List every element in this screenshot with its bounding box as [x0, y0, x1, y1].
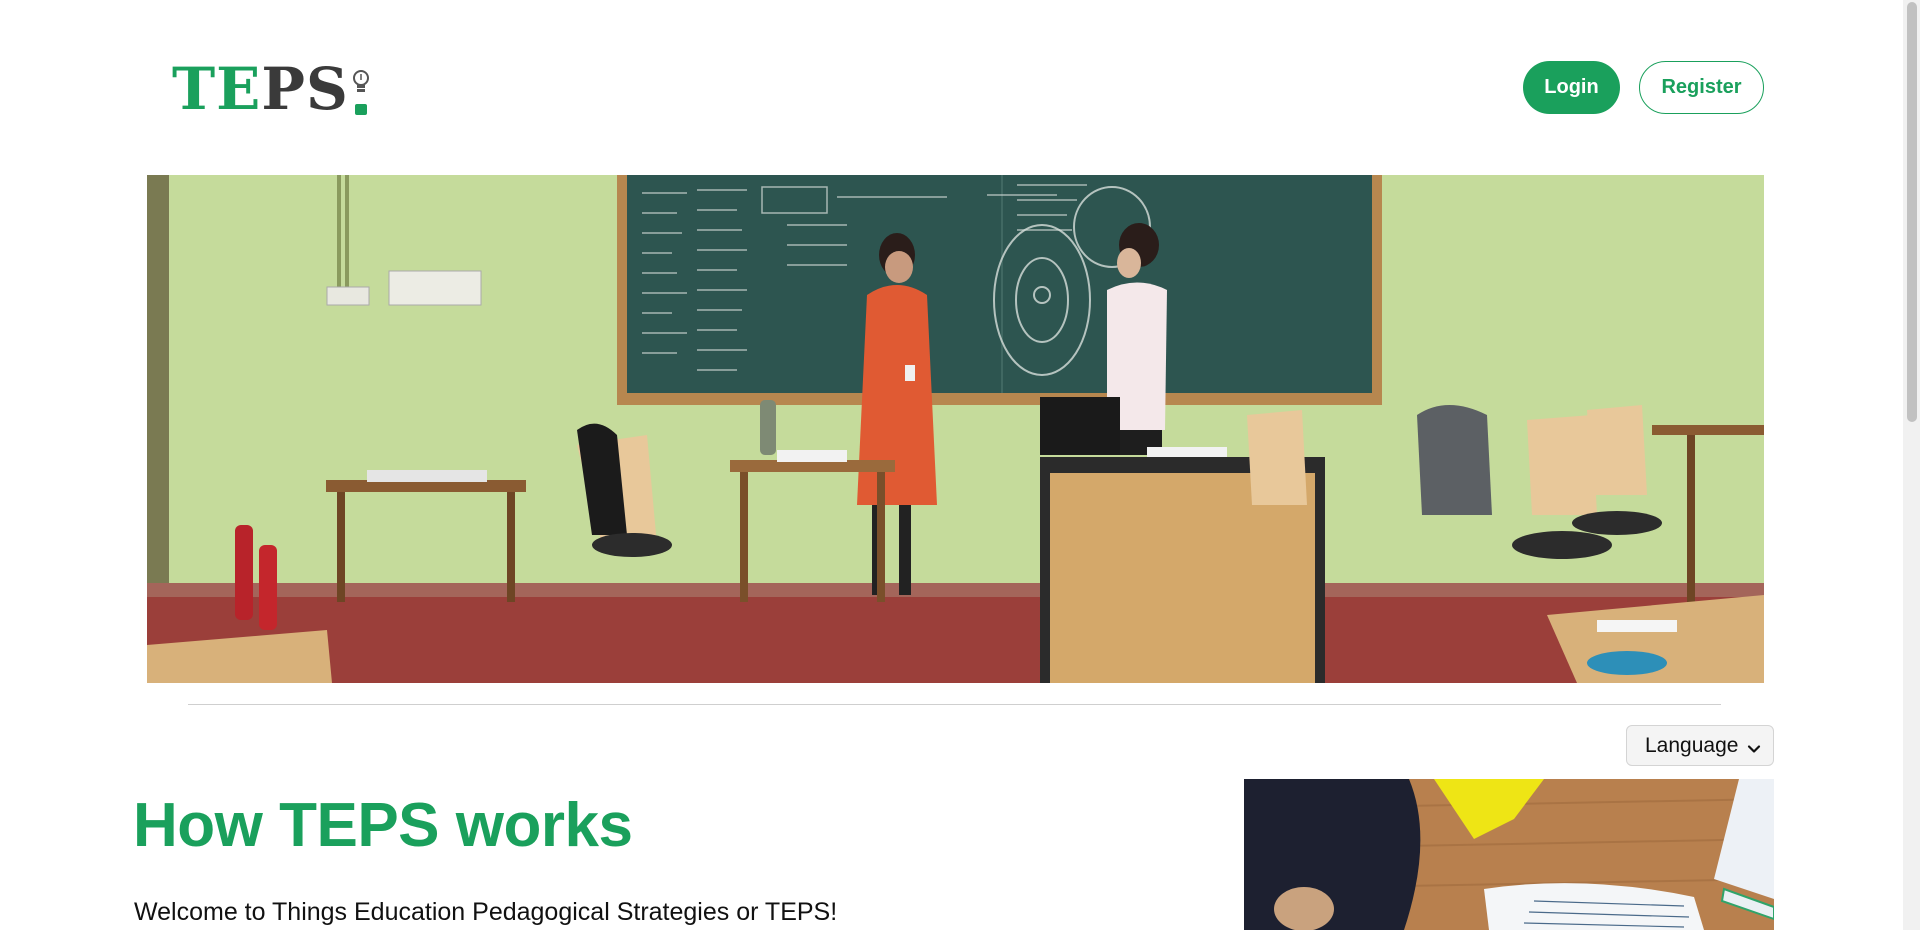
page: TE PS Login Register Language How TEPS w…: [0, 0, 1920, 930]
scrollbar-thumb[interactable]: [1907, 2, 1917, 422]
login-button[interactable]: Login: [1523, 61, 1620, 114]
language-select-value: Language: [1645, 733, 1739, 757]
intro-text: Welcome to Things Education Pedagogical …: [134, 898, 838, 926]
logo-text-te: TE: [172, 55, 262, 123]
hero-classroom-image: [147, 175, 1764, 683]
chevron-down-icon: [1747, 738, 1761, 753]
scrollbar[interactable]: [1903, 0, 1920, 930]
page-title: How TEPS works: [133, 791, 633, 860]
worksheet-activity-image: [1244, 779, 1774, 930]
logo-text-ps: PS: [261, 55, 349, 123]
teps-logo[interactable]: TE PS: [172, 58, 372, 118]
language-select[interactable]: Language: [1626, 725, 1774, 766]
register-button[interactable]: Register: [1639, 61, 1764, 114]
section-divider: [188, 704, 1721, 705]
lightbulb-icon: [350, 66, 372, 118]
